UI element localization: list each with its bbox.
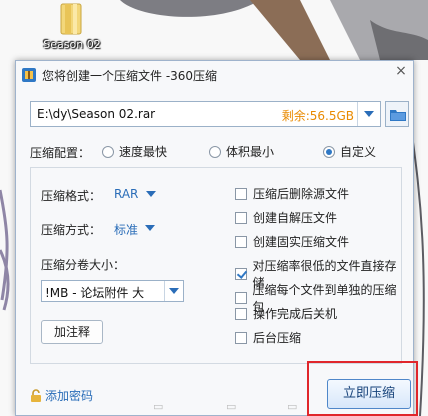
dialog-title: 您将创建一个压缩文件 -360压缩 [42, 69, 218, 83]
radio-label: 体积最小 [226, 145, 275, 159]
browse-folder-button[interactable] [385, 101, 409, 127]
checkbox[interactable] [235, 211, 247, 224]
folder-open-icon [390, 110, 406, 121]
close-button[interactable]: × [393, 63, 409, 79]
format-chevron-down-icon[interactable] [144, 187, 160, 201]
radio-label: 自定义 [340, 145, 377, 159]
checkbox-shutdown-after[interactable]: 操作完成后关机 [235, 305, 337, 322]
checkbox-label: 后台压缩 [253, 331, 302, 345]
options-group: 压缩格式： RAR 压缩方式： 标准 压缩分卷大小： !MB - 论坛附件 大 … [30, 167, 402, 364]
checkbox-background[interactable]: 后台压缩 [235, 329, 301, 346]
split-size-combo[interactable]: !MB - 论坛附件 大 [41, 280, 184, 302]
checkbox-label: 压缩后删除源文件 [253, 187, 350, 201]
config-label: 压缩配置： [30, 146, 91, 160]
output-path-field[interactable]: E:\dy\Season 02.rar 剩余:56.5GB [30, 101, 381, 127]
radio-button-selected[interactable] [323, 145, 335, 158]
checkbox-self-extracting[interactable]: 创建自解压文件 [235, 209, 337, 226]
output-path-value[interactable]: E:\dy\Season 02.rar [37, 107, 155, 121]
free-space-label: 剩余:56.5GB [281, 109, 354, 123]
folder-label[interactable]: Season 02 [36, 38, 108, 51]
radio-label: 速度最快 [119, 145, 168, 159]
360zip-app-icon [22, 68, 36, 82]
title-bar[interactable]: 您将创建一个压缩文件 -360压缩 × [16, 61, 413, 89]
radio-size-smallest[interactable]: 体积最小 [209, 143, 274, 160]
add-password-text[interactable]: 添加密码 [45, 387, 93, 404]
lock-icon [30, 389, 42, 402]
split-size-label: 压缩分卷大小： [41, 258, 126, 272]
folder-icon[interactable] [59, 2, 85, 36]
checkbox[interactable] [235, 331, 247, 344]
format-label: 压缩格式： [41, 189, 102, 203]
compress-dialog: 您将创建一个压缩文件 -360压缩 × E:\dy\Season 02.rar … [15, 60, 414, 416]
method-select-value[interactable]: 标准 [114, 221, 138, 238]
radio-custom[interactable]: 自定义 [323, 143, 376, 160]
split-size-chevron-down-icon[interactable] [164, 281, 183, 301]
method-label: 压缩方式： [41, 223, 102, 237]
checkbox-label: 操作完成后关机 [253, 307, 338, 321]
add-password-link[interactable]: 添加密码 [30, 387, 93, 404]
checkbox[interactable] [235, 235, 247, 248]
checkbox-solid-archive[interactable]: 创建固实压缩文件 [235, 233, 349, 250]
ghost-icon: ▭ [287, 400, 298, 413]
checkbox[interactable] [235, 187, 247, 200]
checkbox[interactable] [235, 292, 247, 304]
checkbox-checked[interactable] [235, 268, 247, 280]
ghost-icon: ▭ [226, 400, 237, 413]
checkbox-label: 创建固实压缩文件 [253, 235, 350, 249]
radio-button[interactable] [102, 145, 114, 158]
radio-button[interactable] [209, 145, 221, 158]
add-comment-button[interactable]: 加注释 [41, 320, 103, 344]
compress-now-button[interactable]: 立即压缩 [327, 379, 411, 409]
checkbox-delete-source[interactable]: 压缩后删除源文件 [235, 185, 349, 202]
path-dropdown-chevron-icon[interactable] [357, 102, 380, 126]
split-size-value[interactable]: !MB - 论坛附件 大 [45, 284, 144, 301]
checkbox[interactable] [235, 307, 247, 320]
format-select-value[interactable]: RAR [114, 187, 138, 201]
checkbox-label: 创建自解压文件 [253, 211, 338, 225]
method-chevron-down-icon[interactable] [143, 221, 159, 235]
radio-speed-fastest[interactable]: 速度最快 [102, 143, 167, 160]
ghost-icon: ▭ [153, 400, 164, 413]
